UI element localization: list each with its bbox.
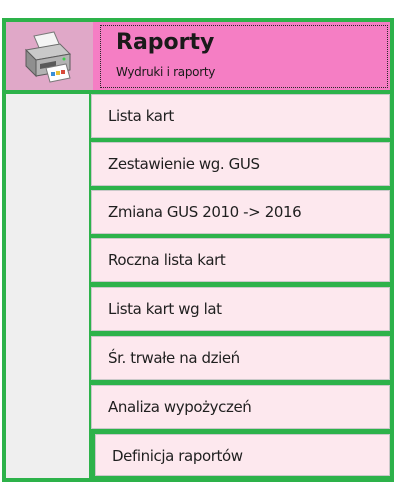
- menu-item-label: Roczna lista kart: [108, 251, 226, 269]
- header-text-box: Raporty Wydruki i raporty: [100, 25, 388, 88]
- menu-item-label: Lista kart: [108, 107, 174, 125]
- page-subtitle: Wydruki i raporty: [116, 65, 216, 79]
- menu-item-lista-kart[interactable]: Lista kart: [91, 94, 390, 138]
- menu-item-analiza-wypozyczen[interactable]: Analiza wypożyczeń: [91, 385, 390, 429]
- left-blank-panel: [6, 94, 89, 478]
- page-title: Raporty: [116, 30, 215, 55]
- printer-icon: [24, 31, 72, 83]
- menu-item-lista-kart-wg-lat[interactable]: Lista kart wg lat: [91, 287, 390, 331]
- menu-item-label: Zmiana GUS 2010 -> 2016: [108, 203, 302, 221]
- menu-item-roczna-lista-kart[interactable]: Roczna lista kart: [91, 238, 390, 282]
- menu-item-srodki-trwale[interactable]: Śr. trwałe na dzień: [91, 336, 390, 380]
- header-icon-cell: [6, 22, 93, 90]
- menu-item-zmiana-gus[interactable]: Zmiana GUS 2010 -> 2016: [91, 190, 390, 234]
- menu-item-label: Definicja raportów: [112, 447, 243, 465]
- menu-item-label: Śr. trwałe na dzień: [108, 349, 240, 367]
- reports-panel: Raporty Wydruki i raporty Lista kart Zes…: [2, 18, 394, 482]
- menu-item-label: Analiza wypożyczeń: [108, 398, 252, 416]
- menu-item-definicja-raportow[interactable]: Definicja raportów: [95, 434, 390, 476]
- reports-header[interactable]: Raporty Wydruki i raporty: [6, 22, 390, 90]
- menu-item-label: Zestawienie wg. GUS: [108, 155, 260, 173]
- reports-menu: Lista kart Zestawienie wg. GUS Zmiana GU…: [91, 94, 390, 480]
- menu-item-label: Lista kart wg lat: [108, 300, 222, 318]
- menu-item-zestawienie-gus[interactable]: Zestawienie wg. GUS: [91, 142, 390, 186]
